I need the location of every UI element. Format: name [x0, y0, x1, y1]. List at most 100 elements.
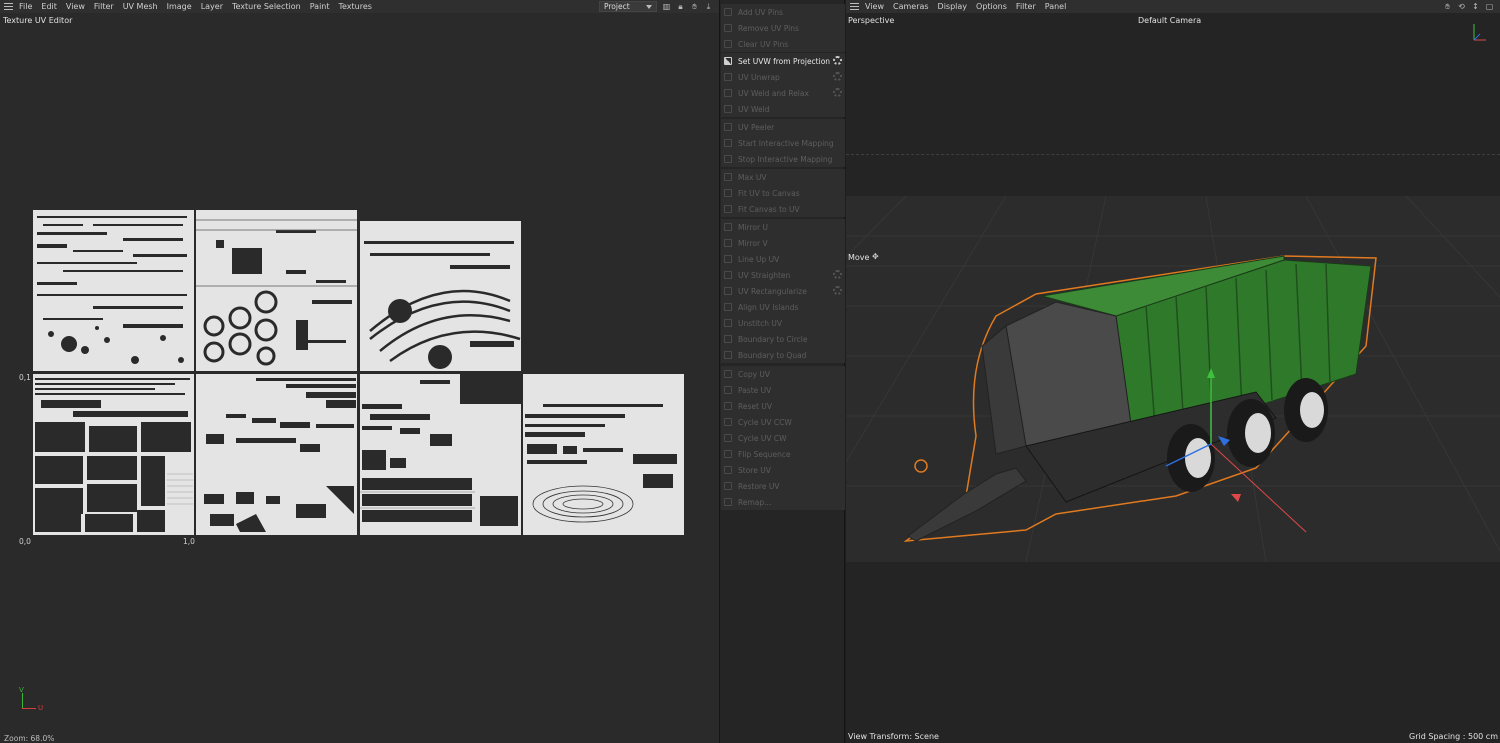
uv-command-add-uv-pins[interactable]: Add UV Pins	[721, 4, 845, 20]
uv-command-uv-straighten[interactable]: UV Straighten	[721, 267, 845, 283]
gear-icon[interactable]	[833, 72, 842, 81]
menu-uv-mesh[interactable]: UV Mesh	[123, 2, 158, 11]
trailer-model[interactable]	[846, 196, 1500, 562]
uv-command-restore-uv[interactable]: Restore UV	[721, 478, 845, 494]
uv-command-fit-canvas-to-uv[interactable]: Fit Canvas to UV	[721, 201, 845, 217]
vp-menu-options[interactable]: Options	[976, 2, 1007, 11]
uv-command-uv-weld-and-relax[interactable]: UV Weld and Relax	[721, 85, 845, 101]
uv-command-align-uv-islands[interactable]: Align UV Islands	[721, 299, 845, 315]
uv-command-set-uvw-from-projection[interactable]: Set UVW from Projection	[721, 53, 845, 69]
uv-panel-menu-icon[interactable]	[4, 3, 13, 10]
uv-command-paste-uv[interactable]: Paste UV	[721, 382, 845, 398]
grid-spacing-status: Grid Spacing : 500 cm	[1409, 732, 1498, 741]
start-interactive-mapping-icon	[724, 139, 732, 147]
uv-tile-1001[interactable]	[33, 374, 194, 535]
uv-command-boundary-to-quad[interactable]: Boundary to Quad	[721, 347, 845, 363]
pan-hand-icon[interactable]: ✋︎	[690, 2, 699, 11]
uv-tile-1002[interactable]	[196, 374, 357, 535]
max-uv-icon	[724, 173, 732, 181]
uv-command-start-interactive-mapping[interactable]: Start Interactive Mapping	[721, 135, 845, 151]
uv-tile-1011[interactable]	[33, 210, 194, 371]
uv-command-label: Unstitch UV	[738, 318, 782, 328]
uv-tile-1003[interactable]	[360, 374, 521, 535]
menu-file[interactable]: File	[19, 2, 32, 11]
uv-command-label: Store UV	[738, 465, 771, 475]
uv-axis-v-label: V	[19, 686, 24, 694]
copy-uv-icon	[724, 370, 732, 378]
vp-menu-cameras[interactable]: Cameras	[893, 2, 929, 11]
uv-command-cycle-uv-ccw[interactable]: Cycle UV CCW	[721, 414, 845, 430]
maximize-icon[interactable]: ▢	[1485, 2, 1494, 11]
uv-command-group-6: Copy UV Paste UV Reset UV Cycle UV CCW Cycle…	[721, 366, 845, 510]
uv-editor-panel: File Edit View Filter UV Mesh Image Laye…	[0, 0, 719, 743]
gear-icon[interactable]	[833, 286, 842, 295]
menu-texture-selection[interactable]: Texture Selection	[232, 2, 301, 11]
uv-command-unstitch-uv[interactable]: Unstitch UV	[721, 315, 845, 331]
uv-command-group-2: Set UVW from Projection UV Unwrap UV Weld …	[721, 53, 845, 117]
uv-tile-1012[interactable]	[196, 210, 357, 371]
menu-paint[interactable]: Paint	[310, 2, 330, 11]
camera-label[interactable]: Default Camera	[1138, 16, 1201, 25]
pan-hand-icon[interactable]: ✋︎	[1443, 2, 1452, 11]
uv-command-uv-peeler[interactable]: UV Peeler	[721, 119, 845, 135]
uv-command-boundary-to-circle[interactable]: Boundary to Circle	[721, 331, 845, 347]
uv-command-clear-uv-pins[interactable]: Clear UV Pins	[721, 36, 845, 52]
horizon-line	[846, 154, 1500, 155]
uv-command-label: Line Up UV	[738, 254, 780, 264]
uv-command-uv-rectangularize[interactable]: UV Rectangularize	[721, 283, 845, 299]
uv-command-label: UV Peeler	[738, 122, 775, 132]
uv-command-uv-weld[interactable]: UV Weld	[721, 101, 845, 117]
uv-command-uv-unwrap[interactable]: UV Unwrap	[721, 69, 845, 85]
uv-command-label: Add UV Pins	[738, 7, 784, 17]
project-dropdown[interactable]: Project	[599, 1, 657, 12]
move-down-icon[interactable]: ⤓	[704, 2, 713, 11]
gear-icon[interactable]	[833, 56, 842, 65]
histogram-icon[interactable]: ▥	[662, 2, 671, 11]
uv-command-flip-sequence[interactable]: Flip Sequence	[721, 446, 845, 462]
orientation-axis-icon	[1473, 24, 1486, 41]
mirror-v-icon	[724, 239, 732, 247]
menu-layer[interactable]: Layer	[201, 2, 223, 11]
uv-command-label: Remap...	[738, 497, 772, 507]
uv-command-copy-uv[interactable]: Copy UV	[721, 366, 845, 382]
uv-label-origin: 0,0	[19, 537, 31, 546]
vp-menu-display[interactable]: Display	[938, 2, 968, 11]
uv-command-fit-uv-to-canvas[interactable]: Fit UV to Canvas	[721, 185, 845, 201]
vp-menu-filter[interactable]: Filter	[1016, 2, 1036, 11]
gear-icon[interactable]	[833, 270, 842, 279]
viewport-menu-icon[interactable]	[850, 3, 859, 10]
cycle-uv-cw-icon	[724, 434, 732, 442]
uv-command-reset-uv[interactable]: Reset UV	[721, 398, 845, 414]
zoom-icon[interactable]: ↕	[1471, 2, 1480, 11]
vp-menu-panel[interactable]: Panel	[1045, 2, 1067, 11]
uv-command-label: Flip Sequence	[738, 449, 791, 459]
uv-command-stop-interactive-mapping[interactable]: Stop Interactive Mapping	[721, 151, 845, 167]
uv-command-mirror-v[interactable]: Mirror V	[721, 235, 845, 251]
uv-command-remove-uv-pins[interactable]: Remove UV Pins	[721, 20, 845, 36]
viewport-panel[interactable]: View Cameras Display Options Filter Pane…	[846, 0, 1500, 743]
menu-view[interactable]: View	[66, 2, 85, 11]
uv-command-store-uv[interactable]: Store UV	[721, 462, 845, 478]
menu-edit[interactable]: Edit	[41, 2, 57, 11]
uv-command-remap[interactable]: Remap...	[721, 494, 845, 510]
menu-filter[interactable]: Filter	[94, 2, 114, 11]
uv-tile-1013[interactable]	[360, 221, 521, 371]
vp-menu-view[interactable]: View	[865, 2, 884, 11]
view-name-label[interactable]: Perspective	[848, 16, 894, 25]
lock-icon[interactable]: 🔒︎	[676, 2, 685, 11]
menu-textures[interactable]: Textures	[339, 2, 372, 11]
uv-editor-menubar: File Edit View Filter UV Mesh Image Laye…	[0, 0, 719, 13]
uv-command-group-5: Mirror U Mirror V Line Up UV UV Straighten U…	[721, 219, 845, 363]
uv-command-mirror-u[interactable]: Mirror U	[721, 219, 845, 235]
remove-uv-pins-icon	[724, 24, 732, 32]
move-icon: ✥	[872, 252, 879, 261]
uv-command-max-uv[interactable]: Max UV	[721, 169, 845, 185]
uv-command-cycle-uv-cw[interactable]: Cycle UV CW	[721, 430, 845, 446]
uv-peeler-icon	[724, 123, 732, 131]
uv-command-line-up-uv[interactable]: Line Up UV	[721, 251, 845, 267]
uv-label-v1: 0,1	[19, 373, 31, 382]
orbit-icon[interactable]: ⟲	[1457, 2, 1466, 11]
uv-tile-1004[interactable]	[523, 374, 684, 535]
menu-image[interactable]: Image	[167, 2, 192, 11]
gear-icon[interactable]	[833, 88, 842, 97]
